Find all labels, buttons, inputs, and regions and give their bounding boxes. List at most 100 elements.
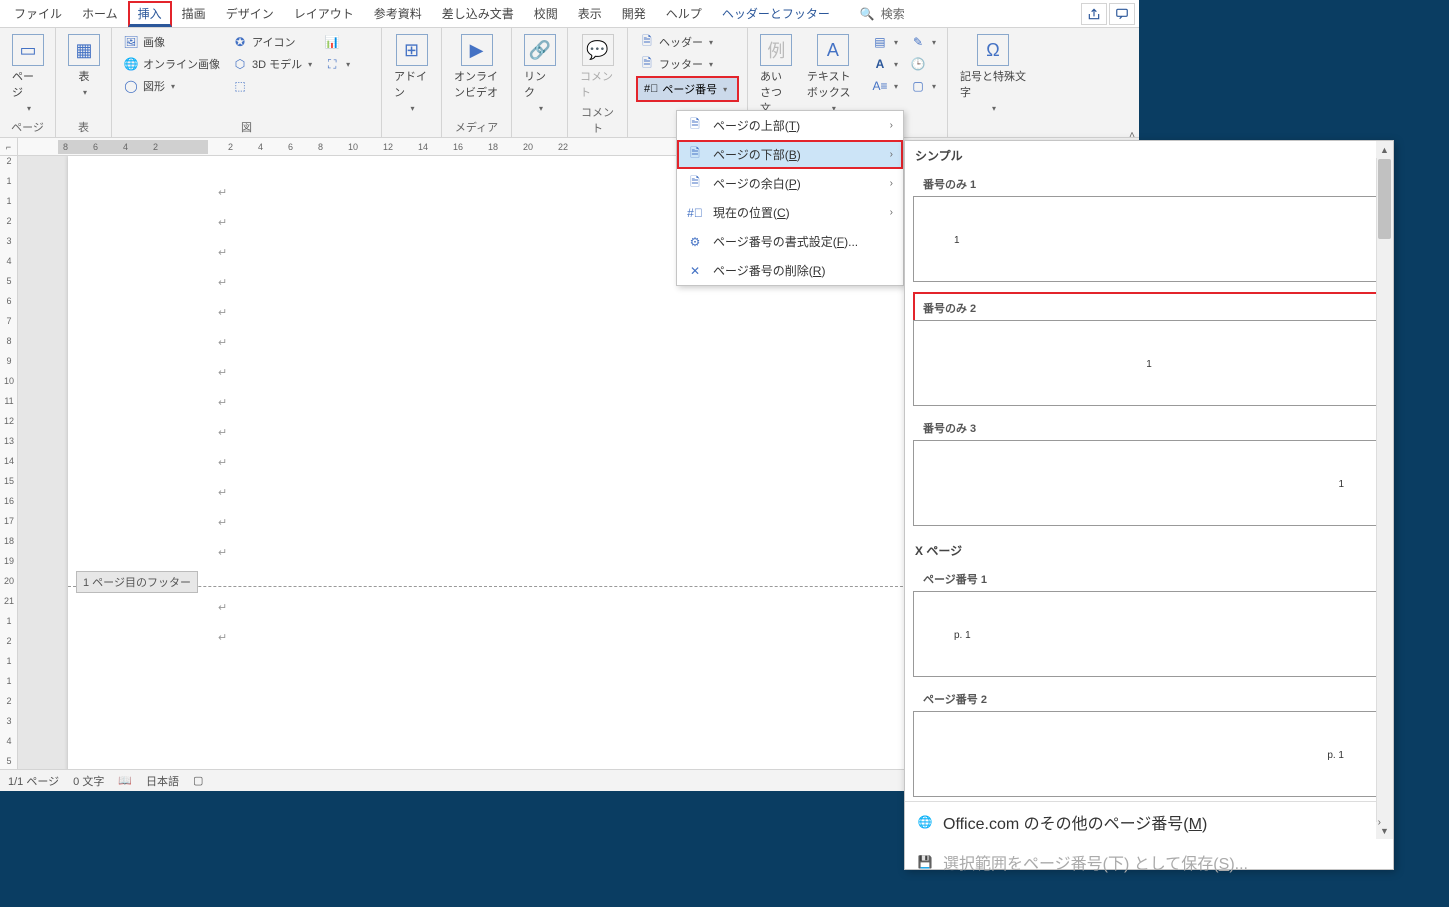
- chevron-right-icon: ›: [890, 120, 893, 131]
- object-button[interactable]: ▢: [907, 76, 939, 96]
- current-position-icon: #⃣: [687, 205, 703, 221]
- pages-button[interactable]: ▭ページ: [8, 32, 48, 116]
- macro-icon[interactable]: ▢: [193, 774, 203, 787]
- menu-format-page-numbers[interactable]: ⚙ ページ番号の書式設定(F)...: [677, 227, 903, 256]
- icons-button[interactable]: ✪アイコン: [229, 32, 315, 52]
- paragraph-mark: ↵: [218, 186, 227, 199]
- tab-home[interactable]: ホーム: [72, 1, 128, 26]
- tab-developer[interactable]: 開発: [612, 1, 656, 26]
- tab-layout[interactable]: レイアウト: [284, 1, 364, 26]
- paragraph-mark: ↵: [218, 336, 227, 349]
- chevron-right-icon: ›: [1378, 817, 1381, 828]
- tab-view[interactable]: 表示: [568, 1, 612, 26]
- group-media-label: メディア: [450, 117, 503, 135]
- screenshot-icon: ⛶: [324, 56, 340, 72]
- paragraph-mark: ↵: [218, 486, 227, 499]
- comments-button[interactable]: [1109, 3, 1135, 25]
- quickparts-icon: ▤: [872, 34, 888, 50]
- dropcap-icon: A≡: [872, 78, 888, 94]
- gallery-item-page-number-1[interactable]: ページ番号 1 p. 1: [913, 567, 1385, 677]
- comment-icon: 💬: [582, 34, 614, 66]
- group-illustrations-label: 図: [120, 117, 373, 135]
- omega-icon: Ω: [977, 34, 1009, 66]
- menu-page-margins[interactable]: 🗎 ページの余白(P) ›: [677, 169, 903, 198]
- status-language[interactable]: 日本語: [146, 773, 179, 789]
- shapes-button[interactable]: ◯図形: [120, 76, 223, 96]
- scroll-up-arrow[interactable]: ▲: [1376, 141, 1393, 158]
- gallery-scrollbar[interactable]: ▲ ▼: [1376, 141, 1393, 839]
- search-box[interactable]: 🔍 検索: [860, 5, 905, 22]
- page-number-menu: 🗎 ページの上部(T) › 🗎 ページの下部(B) › 🗎 ページの余白(P) …: [676, 110, 904, 286]
- gallery-item-label: ページ番号 1: [913, 567, 1385, 591]
- status-page[interactable]: 1/1 ページ: [8, 773, 59, 789]
- gallery-item-page-number-2[interactable]: ページ番号 2 p. 1: [913, 687, 1385, 797]
- spellcheck-icon[interactable]: 📖: [118, 774, 132, 787]
- quickparts-button[interactable]: ▤: [869, 32, 901, 52]
- footer-tag: 1 ページ目のフッター: [76, 571, 198, 593]
- screenshot-button[interactable]: ⛶: [321, 54, 353, 74]
- 3dmodels-button[interactable]: ⬡3D モデル: [229, 54, 315, 74]
- object-icon: ▢: [910, 78, 926, 94]
- header-button[interactable]: 🗎ヘッダー: [636, 32, 739, 52]
- tab-help[interactable]: ヘルプ: [656, 1, 712, 26]
- tab-design[interactable]: デザイン: [216, 1, 284, 26]
- gallery-item-number-only-1[interactable]: 番号のみ 1 1: [913, 172, 1385, 282]
- page-top-icon: 🗎: [687, 118, 703, 134]
- online-picture-button[interactable]: 🌐オンライン画像: [120, 54, 223, 74]
- online-video-button[interactable]: ▶オンラインビデオ: [450, 32, 503, 102]
- gallery-office-more[interactable]: 🌐 Office.com のその他のページ番号(M) ›: [905, 802, 1393, 842]
- tab-insert[interactable]: 挿入: [128, 1, 172, 27]
- gallery-item-number-only-2[interactable]: 番号のみ 2 1: [913, 292, 1385, 406]
- tab-headerfooter-context[interactable]: ヘッダーとフッター: [712, 1, 840, 26]
- dropcap-button[interactable]: A≡: [869, 76, 901, 96]
- gallery-item-label: 番号のみ 2: [913, 296, 1385, 320]
- status-word-count[interactable]: 0 文字: [73, 773, 104, 789]
- paragraph-mark: ↵: [218, 396, 227, 409]
- video-icon: ▶: [461, 34, 493, 66]
- preview-number: p. 1: [954, 630, 971, 641]
- picture-icon: 🖼: [123, 34, 139, 50]
- paragraph-mark: ↵: [218, 366, 227, 379]
- page-number-button[interactable]: #⃣ページ番号: [636, 76, 739, 102]
- signature-button[interactable]: ✎: [907, 32, 939, 52]
- links-button[interactable]: 🔗リンク: [520, 32, 560, 116]
- page-number-gallery: シンプル 番号のみ 1 1 番号のみ 2 1 番号のみ 3 1 X ページ ペー…: [904, 140, 1394, 870]
- scroll-thumb[interactable]: [1378, 159, 1391, 239]
- tab-file[interactable]: ファイル: [4, 1, 72, 26]
- picture-button[interactable]: 🖼画像: [120, 32, 223, 52]
- shapes-icon: ◯: [123, 78, 139, 94]
- menu-bottom-of-page[interactable]: 🗎 ページの下部(B) ›: [677, 140, 903, 169]
- page-number-icon: #⃣: [644, 83, 658, 95]
- menu-top-of-page[interactable]: 🗎 ページの上部(T) ›: [677, 111, 903, 140]
- ruler-vertical[interactable]: 2112345678910111213141516171819202112112…: [0, 156, 18, 769]
- datetime-button[interactable]: 🕒: [907, 54, 939, 74]
- footer-button[interactable]: 🗎フッター: [636, 54, 739, 74]
- online-picture-icon: 🌐: [123, 56, 139, 72]
- group-addins-label: [390, 133, 433, 135]
- tab-draw[interactable]: 描画: [172, 1, 216, 26]
- chart-button[interactable]: 📊: [321, 32, 353, 52]
- gallery-item-number-only-3[interactable]: 番号のみ 3 1: [913, 416, 1385, 526]
- addins-button[interactable]: ⊞アドイン: [390, 32, 433, 116]
- paragraph-mark: ↵: [218, 516, 227, 529]
- symbols-button[interactable]: Ω記号と特殊文字: [956, 32, 1030, 116]
- preview-number: 1: [954, 235, 960, 246]
- group-tables-label: 表: [64, 117, 103, 135]
- tab-mailings[interactable]: 差し込み文書: [432, 1, 524, 26]
- share-button[interactable]: [1081, 3, 1107, 25]
- menu-remove-page-numbers[interactable]: ✕ ページ番号の削除(R): [677, 256, 903, 285]
- comment-button[interactable]: 💬コメント: [576, 32, 619, 102]
- tab-review[interactable]: 校閲: [524, 1, 568, 26]
- globe-icon: 🌐: [917, 814, 933, 830]
- preview-number: 1: [1146, 359, 1152, 370]
- group-links-label: [520, 133, 559, 135]
- menu-current-position[interactable]: #⃣ 現在の位置(C) ›: [677, 198, 903, 227]
- textbox-icon: A: [817, 34, 849, 66]
- table-button[interactable]: ▦表: [64, 32, 104, 100]
- header-icon: 🗎: [639, 34, 655, 50]
- wordart-button[interactable]: A: [869, 54, 901, 74]
- chart-icon: 📊: [324, 34, 340, 50]
- smartart-button[interactable]: ⬚: [229, 76, 315, 96]
- textbox-button[interactable]: Aテキストボックス: [803, 32, 863, 116]
- tab-references[interactable]: 参考資料: [364, 1, 432, 26]
